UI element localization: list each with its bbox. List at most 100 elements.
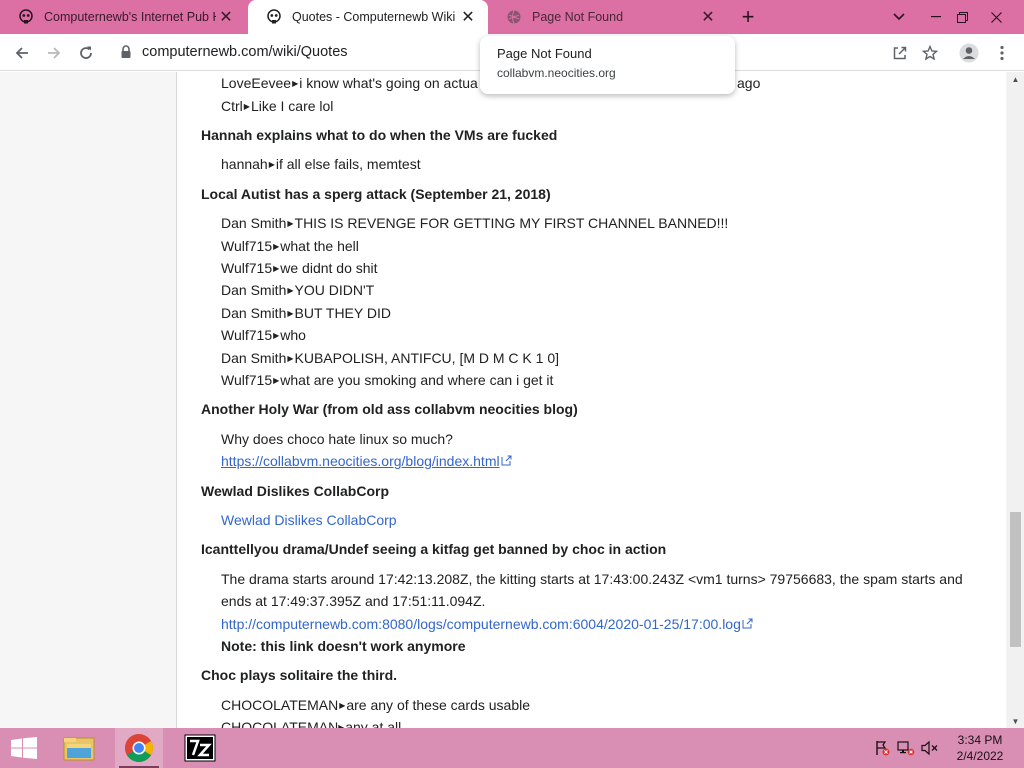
external-link[interactable]: https://collabvm.neocities.org/blog/inde…: [221, 453, 512, 469]
chat-text: YOU DIDN'T: [294, 282, 375, 298]
section-heading: Wewlad Dislikes CollabCorp: [201, 483, 390, 499]
network-icon[interactable]: [896, 728, 916, 768]
page-scrollbar[interactable]: ▲ ▼: [1007, 72, 1024, 728]
scrollbar-thumb[interactable]: [1010, 512, 1021, 647]
arrow-icon: ▶: [273, 331, 280, 340]
chat-text: KUBAPOLISH, ANTIFCU, [M D M C K 1 0]: [294, 350, 560, 366]
chat-line-partial: CHOCOLATEMAN▸any at all: [221, 719, 402, 728]
7zip-icon[interactable]: [176, 728, 224, 768]
tab-quotes[interactable]: Quotes - Computernewb Wiki ✕: [248, 0, 488, 34]
section-heading: Another Holy War (from old ass collabvm …: [201, 401, 578, 417]
arrow-icon: ▶: [292, 79, 299, 88]
chat-text: i know what's going on actua: [299, 75, 478, 91]
globe-icon: [506, 9, 522, 25]
clock-date: 2/4/2022: [956, 749, 1004, 763]
chrome-icon[interactable]: [115, 728, 163, 768]
chat-user: Dan Smith: [221, 215, 287, 231]
note-text: Note: this link doesn't work anymore: [221, 638, 466, 654]
system-clock[interactable]: 3:34 PM 2/4/2022: [950, 732, 1010, 764]
arrow-icon: ▶: [287, 219, 294, 228]
internal-link[interactable]: Wewlad Dislikes CollabCorp: [221, 512, 397, 528]
forward-button[interactable]: [41, 40, 67, 66]
chat-user: Dan Smith: [221, 305, 287, 321]
chat-line: hannah▶if all else fails, memtest: [221, 156, 421, 172]
chat-line: Wulf715▶what are you smoking and where c…: [221, 372, 553, 388]
chat-line: LoveEevee▶i know what's going on actua: [221, 75, 478, 91]
menu-kebab-icon[interactable]: [989, 40, 1015, 66]
clock-time: 3:34 PM: [957, 733, 1003, 747]
external-link-icon: [742, 618, 753, 629]
chat-text: BUT THEY DID: [294, 305, 391, 321]
tab-page-not-found[interactable]: Page Not Found ✕: [488, 0, 728, 34]
tab-strip: Computernewb's Internet Pub H ✕ Quotes -…: [0, 0, 1024, 34]
link-text[interactable]: http://computernewb.com:8080/logs/comput…: [221, 616, 741, 632]
tab-search-button[interactable]: [888, 6, 910, 28]
restore-button[interactable]: [946, 0, 978, 34]
chat-user: LoveEevee: [221, 75, 292, 91]
profile-avatar-icon[interactable]: [956, 40, 982, 66]
close-icon[interactable]: ✕: [698, 7, 718, 27]
section-heading: Local Autist has a sperg attack (Septemb…: [201, 186, 551, 202]
arrow-icon: ▶: [273, 376, 280, 385]
chat-text-tail: ago: [737, 75, 761, 91]
volume-muted-icon[interactable]: [920, 728, 940, 768]
chat-user: CHOCOLATEMAN: [221, 697, 339, 713]
arrow-icon: ▶: [287, 286, 294, 295]
chat-line: Dan Smith▶YOU DIDN'T: [221, 282, 374, 298]
close-icon[interactable]: ✕: [458, 7, 478, 27]
external-link[interactable]: http://computernewb.com:8080/logs/comput…: [221, 616, 753, 632]
link-text[interactable]: https://collabvm.neocities.org/blog/inde…: [221, 453, 500, 469]
arrow-icon: ▶: [273, 242, 280, 251]
chat-text: are any of these cards usable: [346, 697, 531, 713]
chat-user: Wulf715: [221, 372, 273, 388]
skull-icon: [18, 9, 34, 25]
chat-line: Wulf715▶we didnt do shit: [221, 260, 378, 276]
url-text: computernewb.com/wiki/Quotes: [142, 44, 348, 60]
hover-card-url: collabvm.neocities.org: [497, 66, 616, 80]
link-text[interactable]: Wewlad Dislikes CollabCorp: [221, 512, 397, 528]
arrow-icon: ▶: [243, 102, 250, 111]
chat-text: what are you smoking and where can i get…: [280, 372, 554, 388]
bookmark-star-icon[interactable]: [917, 40, 943, 66]
arrow-icon: ▶: [268, 160, 275, 169]
scroll-down-arrow-icon[interactable]: ▼: [1007, 714, 1024, 728]
lock-icon: [120, 45, 132, 64]
chat-line: Ctrl▶Like I care lol: [221, 98, 333, 114]
chat-user: Wulf715: [221, 238, 273, 254]
url-host: computernewb.com: [142, 44, 269, 60]
new-tab-button[interactable]: +: [736, 4, 760, 29]
arrow-icon: ▶: [287, 309, 294, 318]
close-icon[interactable]: ✕: [216, 7, 236, 27]
close-window-button[interactable]: [980, 0, 1012, 34]
chat-line: CHOCOLATEMAN▶are any of these cards usab…: [221, 697, 530, 713]
tab-hover-card: Page Not Found collabvm.neocities.org: [480, 36, 735, 94]
back-button[interactable]: [9, 40, 35, 66]
tab-title: Quotes - Computernewb Wiki: [292, 10, 456, 24]
chat-user: hannah: [221, 156, 268, 172]
tab-internet-pub[interactable]: Computernewb's Internet Pub H ✕: [0, 0, 246, 34]
wiki-content: LoveEevee▶i know what's going on actua a…: [176, 72, 1006, 728]
scroll-up-arrow-icon[interactable]: ▲: [1007, 72, 1024, 86]
chat-text: if all else fails, memtest: [275, 156, 421, 172]
start-button[interactable]: [0, 728, 48, 768]
hover-card-title: Page Not Found: [497, 46, 592, 61]
tab-title: Page Not Found: [532, 10, 624, 24]
tab-title: Computernewb's Internet Pub H: [44, 10, 216, 24]
chat-line: Wulf715▶who: [221, 327, 306, 343]
page-viewport: LoveEevee▶i know what's going on actua a…: [0, 72, 1024, 728]
reload-button[interactable]: [73, 40, 99, 66]
action-center-flag-icon[interactable]: [872, 728, 892, 768]
chat-text: Like I care lol: [250, 98, 334, 114]
chat-text: we didnt do shit: [280, 260, 378, 276]
section-heading: Choc plays solitaire the third.: [201, 667, 398, 683]
chat-line: Dan Smith▶BUT THEY DID: [221, 305, 391, 321]
external-link-icon: [501, 455, 512, 466]
file-explorer-icon[interactable]: [55, 728, 103, 768]
windows-logo-icon: [11, 737, 37, 759]
chat-line: Dan Smith▶KUBAPOLISH, ANTIFCU, [M D M C …: [221, 350, 559, 366]
chat-user: Wulf715: [221, 260, 273, 276]
chat-user: Wulf715: [221, 327, 273, 343]
section-heading: Hannah explains what to do when the VMs …: [201, 127, 558, 143]
share-icon[interactable]: [887, 40, 913, 66]
arrow-icon: ▶: [339, 701, 346, 710]
